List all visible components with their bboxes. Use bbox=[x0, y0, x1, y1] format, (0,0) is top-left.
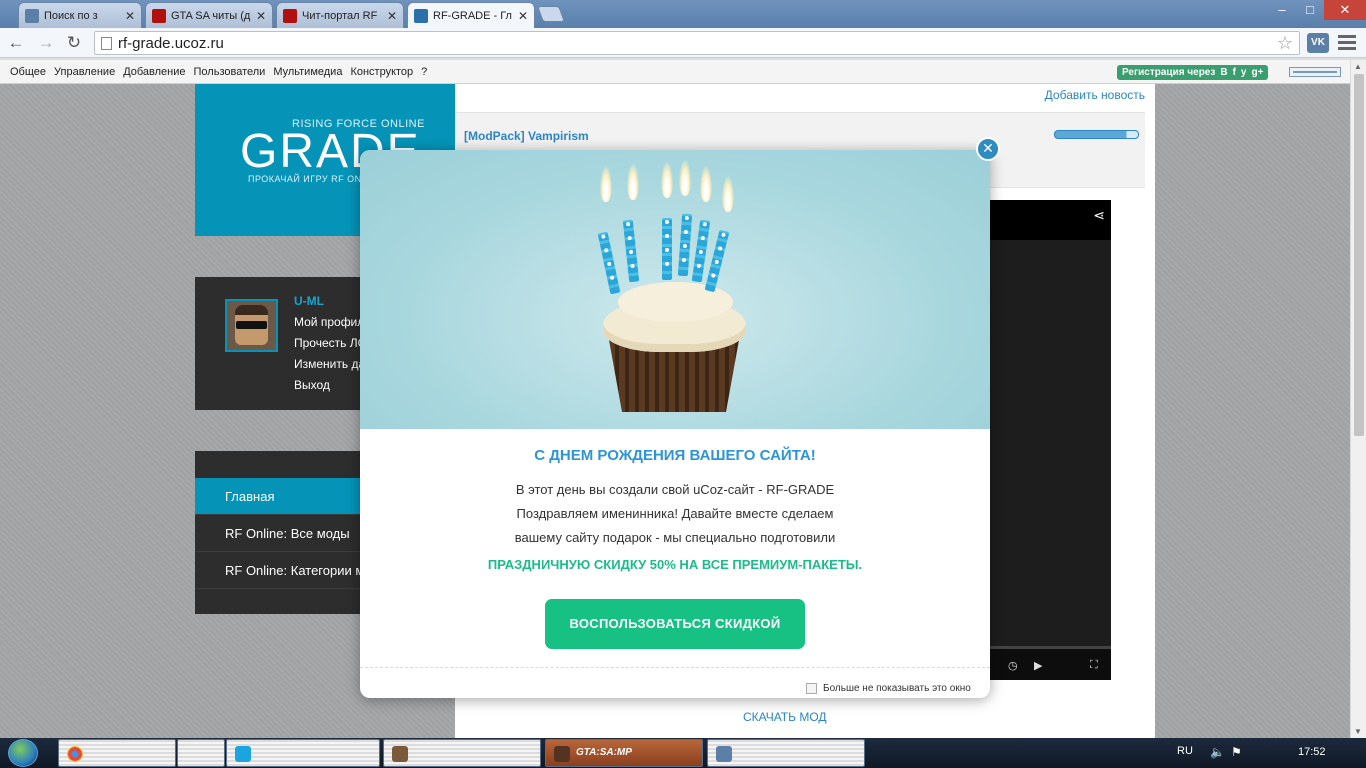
taskbar-item[interactable] bbox=[177, 739, 225, 767]
cupcake-hero-image bbox=[360, 150, 990, 429]
admin-menu-item[interactable]: Добавление bbox=[123, 66, 185, 78]
close-window-icon[interactable]: ✕ bbox=[1324, 0, 1366, 20]
fullscreen-icon[interactable]: ⛶ bbox=[1090, 659, 1098, 672]
tab-close-icon[interactable]: ✕ bbox=[125, 9, 135, 23]
modal-divider bbox=[360, 667, 990, 668]
action-center-flag-icon[interactable]: ⚑ bbox=[1231, 745, 1248, 759]
admin-menu-item[interactable]: Мультимедиа bbox=[273, 66, 342, 78]
taskbar-item-chrome[interactable] bbox=[58, 739, 176, 767]
tray-icons: 🔈⚑ bbox=[1210, 745, 1248, 759]
window-controls: – □ ✕ bbox=[1268, 0, 1366, 20]
admin-menu-item[interactable]: Конструктор bbox=[350, 66, 413, 78]
youtube-logo-icon[interactable]: ▶ bbox=[1034, 659, 1042, 672]
modal-text-line: вашему сайту подарок - мы специально под… bbox=[514, 530, 836, 545]
admin-menu-item[interactable]: Общее bbox=[10, 66, 46, 78]
watch-later-icon[interactable]: ◷ bbox=[1008, 659, 1018, 672]
social-register-box: Регистрация через B f y g+ bbox=[1117, 65, 1269, 80]
window-icon bbox=[716, 746, 732, 762]
windows-taskbar: GTA:SA:MP bbox=[0, 738, 1366, 768]
googleplus-social-icon[interactable]: g+ bbox=[1251, 67, 1263, 78]
taskbar-item[interactable] bbox=[707, 739, 865, 767]
volume-icon[interactable]: 🔈 bbox=[1210, 745, 1231, 759]
scroll-down-icon[interactable]: ▼ bbox=[1354, 727, 1362, 736]
page-icon bbox=[101, 36, 112, 50]
share-icon[interactable]: ⋖ bbox=[1093, 207, 1105, 224]
app-icon bbox=[392, 746, 408, 762]
tab-title: Поиск по з bbox=[44, 9, 98, 22]
taskbar-item-skype[interactable] bbox=[226, 739, 380, 767]
modal-promo-text: ПРАЗДНИЧНУЮ СКИДКУ 50% НА ВСЕ ПРЕМИУМ-ПА… bbox=[487, 557, 863, 572]
start-button-icon[interactable] bbox=[8, 739, 38, 767]
browser-toolbar: ← → ↻ rf-grade.ucoz.ru ☆ bbox=[0, 28, 1366, 58]
tab-close-icon[interactable]: ✕ bbox=[387, 9, 397, 23]
tab-title: RF-GRADE - Гл bbox=[433, 9, 512, 22]
dont-show-label[interactable]: Больше не показывать это окно bbox=[823, 683, 971, 694]
user-link-logout[interactable]: Выход bbox=[294, 378, 330, 392]
ucoz-admin-bar: Общее Управление Добавление Пользователи… bbox=[0, 60, 1350, 84]
dont-show-checkbox[interactable] bbox=[806, 683, 817, 694]
username[interactable]: U-ML bbox=[294, 294, 324, 308]
facebook-social-icon[interactable]: f bbox=[1233, 67, 1236, 78]
browser-menu-icon[interactable] bbox=[1338, 35, 1356, 51]
tab-close-icon[interactable]: ✕ bbox=[256, 9, 266, 23]
address-url[interactable]: rf-grade.ucoz.ru bbox=[118, 35, 224, 52]
twitter-social-icon[interactable]: y bbox=[1241, 67, 1247, 78]
back-arrow-icon[interactable]: ← bbox=[6, 33, 26, 53]
skype-icon bbox=[235, 746, 251, 762]
post-title[interactable]: [ModPack] Vampirism bbox=[464, 129, 589, 143]
tab-title: GTA SA читы (д bbox=[171, 9, 251, 22]
clock[interactable]: 17:52 bbox=[1298, 746, 1326, 758]
gta-icon bbox=[554, 746, 570, 762]
chrome-icon bbox=[67, 746, 83, 762]
reload-icon[interactable]: ↻ bbox=[64, 33, 84, 53]
admin-menu-item[interactable]: Управление bbox=[54, 66, 115, 78]
download-mod-link[interactable]: СКАЧАТЬ МОД bbox=[743, 710, 827, 724]
tab-favicon-icon bbox=[283, 8, 297, 23]
bookmark-star-icon[interactable]: ☆ bbox=[1277, 33, 1293, 54]
minimize-icon[interactable]: – bbox=[1268, 0, 1296, 20]
register-label: Регистрация через bbox=[1122, 67, 1216, 78]
birthday-modal: С ДНЕМ РОЖДЕНИЯ ВАШЕГО САЙТА! В этот ден… bbox=[360, 150, 990, 698]
taskbar-item[interactable] bbox=[383, 739, 541, 767]
forward-arrow-icon[interactable]: → bbox=[36, 33, 56, 53]
tab-favicon-icon bbox=[414, 8, 428, 23]
browser-tab[interactable]: GTA SA читы (д ✕ bbox=[145, 2, 273, 28]
taskbar-item-label: GTA:SA:MP bbox=[576, 747, 632, 758]
avatar[interactable] bbox=[225, 299, 278, 352]
address-bar[interactable]: rf-grade.ucoz.ru ☆ bbox=[94, 31, 1300, 55]
use-discount-button[interactable]: ВОСПОЛЬЗОВАТЬСЯ СКИДКОЙ bbox=[545, 599, 805, 649]
user-link-messages[interactable]: Прочесть ЛС bbox=[294, 336, 366, 350]
keyboard-language[interactable]: RU bbox=[1177, 745, 1193, 757]
modal-text-line: Поздравляем именинника! Давайте вместе с… bbox=[516, 506, 834, 521]
browser-tab[interactable]: Чит-портал RF ✕ bbox=[276, 2, 404, 28]
close-icon[interactable]: ✕ bbox=[976, 137, 1000, 161]
vertical-scrollbar[interactable]: ▲ ▼ bbox=[1350, 60, 1366, 738]
modal-text-line: В этот день вы создали свой uCoz-сайт - … bbox=[515, 482, 835, 497]
modal-title: С ДНЕМ РОЖДЕНИЯ ВАШЕГО САЙТА! bbox=[534, 447, 816, 464]
maximize-icon[interactable]: □ bbox=[1296, 0, 1324, 20]
youtube-player[interactable]: ⋖ ◷ ▶ ⛶ bbox=[990, 200, 1111, 680]
tab-close-icon[interactable]: ✕ bbox=[518, 9, 528, 23]
admin-menu-help[interactable]: ? bbox=[421, 66, 427, 78]
tab-favicon-icon bbox=[25, 8, 39, 23]
admin-menu-item[interactable]: Пользователи bbox=[194, 66, 266, 78]
scrollbar-thumb[interactable] bbox=[1354, 74, 1364, 436]
player-controls: ◷ ▶ ⛶ bbox=[990, 646, 1111, 680]
vk-extension-button[interactable]: VK bbox=[1307, 33, 1329, 53]
browser-tab-active[interactable]: RF-GRADE - Гл ✕ bbox=[407, 2, 535, 28]
taskbar-item-gta-samp[interactable]: GTA:SA:MP bbox=[545, 739, 703, 767]
new-tab-button[interactable] bbox=[537, 6, 565, 22]
browser-tabstrip: Поиск по з ✕ GTA SA читы (д ✕ Чит-портал… bbox=[0, 0, 1366, 28]
vk-social-icon[interactable]: B bbox=[1220, 67, 1227, 78]
admin-bar-toggle[interactable] bbox=[1289, 67, 1341, 77]
rating-bar[interactable] bbox=[1054, 130, 1139, 139]
browser-tab[interactable]: Поиск по з ✕ bbox=[18, 2, 142, 28]
tab-title: Чит-портал RF bbox=[302, 9, 378, 22]
tab-favicon-icon bbox=[152, 8, 166, 23]
add-news-link[interactable]: Добавить новость bbox=[1045, 88, 1145, 102]
scroll-up-icon[interactable]: ▲ bbox=[1354, 62, 1362, 71]
